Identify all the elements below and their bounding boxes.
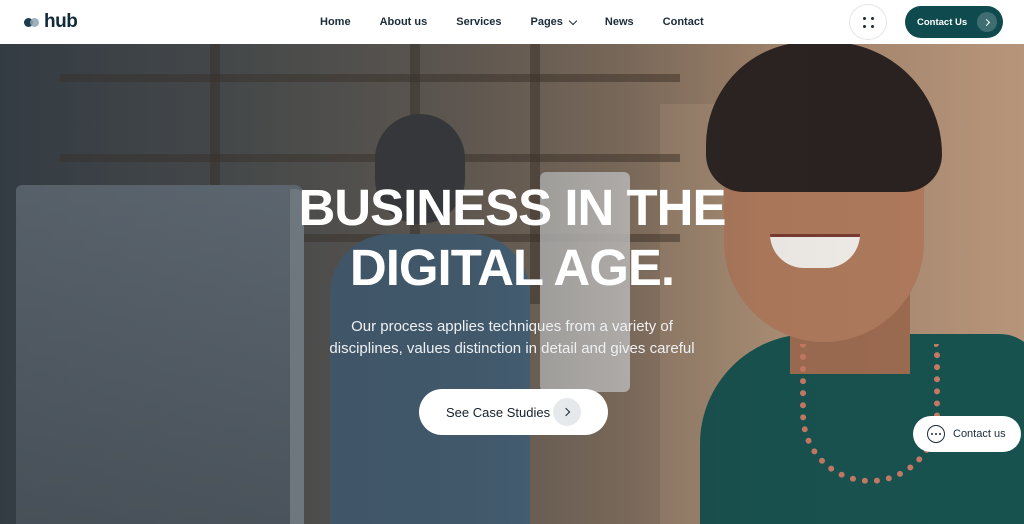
contact-us-button[interactable]: Contact Us	[905, 6, 1003, 38]
grid-dots-icon	[863, 17, 866, 20]
hero-subtitle-line-2: disciplines, values distinction in detai…	[329, 340, 695, 357]
chat-bubble-icon	[927, 425, 945, 443]
see-case-studies-button[interactable]: See Case Studies	[419, 389, 608, 435]
nav-item-contact[interactable]: Contact	[663, 16, 704, 28]
nav-item-label: News	[604, 16, 634, 28]
chat-contact-button[interactable]: Contact us	[913, 416, 1021, 452]
nav-item-home[interactable]: Home	[320, 16, 351, 28]
logo[interactable]: hub	[24, 9, 78, 35]
hero-title: BUSINESS IN THE DIGITAL AGE.	[212, 178, 812, 298]
hero-section: BUSINESS IN THE DIGITAL AGE. Our process…	[0, 44, 1024, 524]
nav-item-pages[interactable]: Pages	[530, 16, 578, 28]
nav-item-label: Contact	[662, 16, 704, 28]
arrow-right-icon	[553, 398, 581, 426]
contact-us-label: Contact Us	[917, 16, 968, 28]
chevron-down-icon	[568, 16, 578, 25]
site-header: hub Home About us Services Pages News Co…	[0, 0, 1024, 44]
cta-label: See Case Studies	[446, 404, 551, 420]
hero-title-line-1: BUSINESS IN THE	[298, 179, 726, 236]
chat-label: Contact us	[953, 428, 1006, 440]
arrow-right-icon	[977, 12, 997, 32]
logo-mark-icon	[24, 16, 41, 28]
hero-title-line-2: DIGITAL AGE.	[349, 239, 675, 296]
nav-item-about-us[interactable]: About us	[380, 16, 428, 28]
nav-item-services[interactable]: Services	[456, 16, 501, 28]
nav-item-news[interactable]: News	[605, 16, 634, 28]
hero-subtitle: Our process applies techniques from a va…	[262, 316, 762, 360]
main-nav: Home About us Services Pages News Contac…	[320, 0, 733, 44]
menu-grid-button[interactable]	[849, 4, 887, 40]
nav-item-label: Pages	[530, 16, 563, 28]
nav-item-label: Home	[320, 16, 351, 28]
nav-item-label: Services	[456, 16, 502, 28]
hero-subtitle-line-1: Our process applies techniques from a va…	[351, 318, 673, 335]
logo-text: hub	[44, 11, 78, 32]
nav-item-label: About us	[379, 16, 428, 28]
